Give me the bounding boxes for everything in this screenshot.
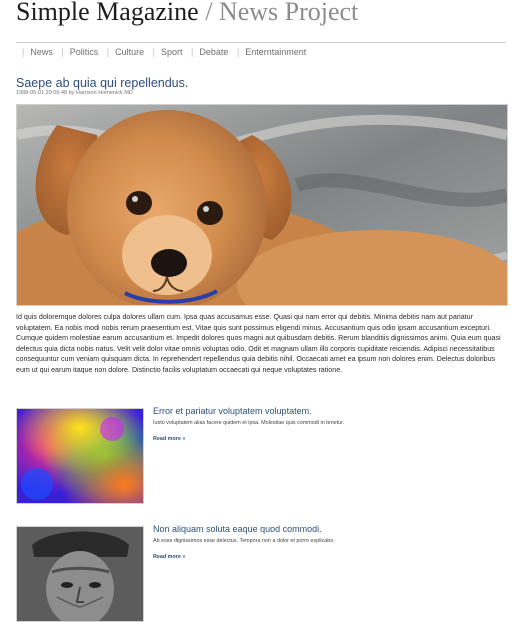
article-title[interactable]: Saepe ab quia qui repellendus.: [16, 76, 188, 90]
nav-divider: |: [236, 47, 240, 57]
teaser-thumbnail[interactable]: [16, 408, 144, 504]
teaser-excerpt: Iusto voluptatem alias facere quidem et …: [153, 420, 345, 426]
nav-item-news[interactable]: News: [30, 47, 53, 57]
site-header: Simple Magazine / News Project: [16, 0, 506, 43]
nav-item-culture[interactable]: Culture: [115, 47, 144, 57]
teaser-item: Non aliquam soluta eaque quod commodi. A…: [16, 524, 506, 622]
article-meta: 1988-05-01 20:06:48 by Harrison Homenick…: [16, 90, 133, 96]
teaser-thumbnail[interactable]: [16, 526, 144, 622]
article-body: Id quis doloremque dolores culpa dolores…: [16, 313, 501, 374]
site-title-sub: News Project: [218, 0, 359, 26]
read-more-link[interactable]: Read more »: [153, 436, 185, 442]
teaser-item: Error et pariatur voluptatem voluptatem.…: [16, 406, 506, 504]
nav-item-debate[interactable]: Debate: [199, 47, 228, 57]
site-title-separator: /: [205, 0, 213, 26]
nav-divider: |: [152, 47, 155, 57]
nav-divider: |: [191, 47, 194, 57]
article-hero-image[interactable]: [16, 104, 508, 306]
abstract-paint-photo-icon: [17, 409, 143, 503]
nav-item-entertainment[interactable]: Enterntainment: [245, 47, 306, 57]
teaser-excerpt: Ab esse dignissimos esse delectus. Tempo…: [153, 538, 335, 544]
old-man-portrait-photo-icon: [17, 527, 143, 621]
site-title-main: Simple Magazine: [16, 0, 199, 26]
puppy-photo-icon: [17, 105, 507, 305]
read-more-link[interactable]: Read more »: [153, 554, 185, 560]
nav-item-sport[interactable]: Sport: [161, 47, 183, 57]
nav-divider: |: [106, 47, 110, 57]
nav-item-politics[interactable]: Politics: [70, 47, 99, 57]
teaser-title[interactable]: Non aliquam soluta eaque quod commodi.: [153, 524, 322, 534]
main-nav: | News | Politics | Culture | Sport | Debate …: [16, 47, 306, 57]
site-title[interactable]: Simple Magazine / News Project: [16, 0, 358, 25]
teaser-title[interactable]: Error et pariatur voluptatem voluptatem.: [153, 406, 312, 416]
nav-divider: |: [22, 47, 25, 57]
nav-divider: |: [61, 47, 64, 57]
